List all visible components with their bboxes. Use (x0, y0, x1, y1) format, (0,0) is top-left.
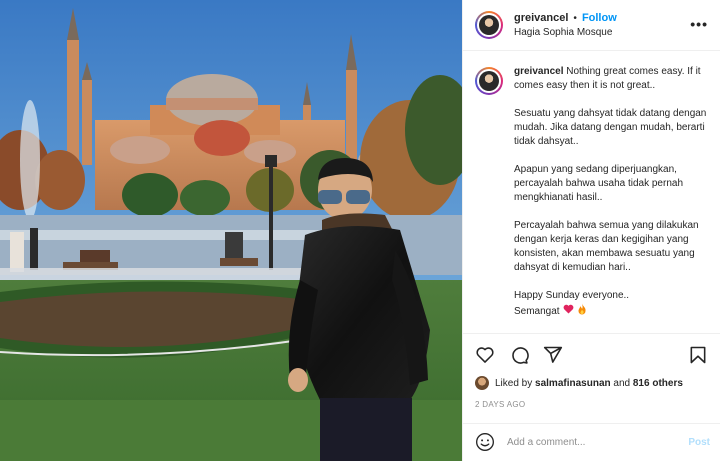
comment-input[interactable]: Add a comment... (507, 437, 688, 448)
caption-first-paragraph: greivancel Nothing great comes easy. If … (514, 65, 708, 93)
caption-last-paragraph: Semangat (514, 303, 708, 320)
author-username[interactable]: greivancel (514, 12, 568, 24)
caption-paragraph: Happy Sunday everyone.. (514, 290, 630, 301)
heart-emoji-icon (563, 304, 574, 319)
caption-avatar[interactable] (475, 67, 503, 95)
post-footer: Liked by salmafinasunan and 816 others 2… (463, 333, 720, 461)
follow-button[interactable]: Follow (582, 12, 617, 24)
post-sidebar: greivancel • Follow Hagia Sophia Mosque … (462, 0, 720, 461)
caption-paragraph: Percayalah bahwa semua yang dilakukan de… (514, 220, 699, 273)
post-timestamp[interactable]: 2 DAYS AGO (475, 400, 708, 409)
likes-count[interactable]: 816 others (633, 378, 683, 389)
likes-row: Liked by salmafinasunan and 816 others (475, 376, 708, 390)
heart-icon[interactable] (475, 345, 495, 365)
smile-icon[interactable] (475, 432, 495, 452)
author-avatar[interactable] (475, 11, 503, 39)
post-image (0, 0, 462, 461)
separator-dot: • (573, 12, 577, 24)
caption-username[interactable]: greivancel (514, 66, 563, 77)
post-comment-button[interactable]: Post (688, 437, 710, 448)
action-bar (475, 342, 708, 368)
post-photo[interactable] (0, 0, 462, 461)
fire-emoji-icon (577, 303, 587, 320)
bookmark-icon[interactable] (688, 345, 708, 365)
comment-bar: Add a comment... Post (463, 423, 720, 460)
more-options-icon[interactable]: ••• (690, 16, 708, 32)
instagram-post: greivancel • Follow Hagia Sophia Mosque … (0, 0, 720, 461)
liker-username[interactable]: salmafinasunan (535, 378, 611, 389)
header-row: greivancel • Follow (514, 12, 617, 24)
caption-text: greivancel Nothing great comes easy. If … (514, 65, 708, 320)
liker-avatar[interactable] (475, 376, 489, 390)
caption-row: greivancel Nothing great comes easy. If … (475, 65, 708, 320)
caption-paragraph: Sesuatu yang dahsyat tidak datang dengan… (514, 108, 707, 147)
caption-paragraph: Apapun yang sedang diperjuangkan, percay… (514, 164, 684, 203)
comment-icon[interactable] (509, 345, 529, 365)
caption-closing: Semangat (514, 306, 560, 318)
share-icon[interactable] (543, 345, 563, 365)
likes-prefix: Liked by (495, 377, 533, 389)
header-text: greivancel • Follow Hagia Sophia Mosque (514, 12, 617, 38)
location-link[interactable]: Hagia Sophia Mosque (514, 27, 617, 38)
caption-area: greivancel Nothing great comes easy. If … (463, 51, 720, 333)
post-header: greivancel • Follow Hagia Sophia Mosque … (463, 0, 720, 51)
likes-and: and (613, 377, 631, 389)
